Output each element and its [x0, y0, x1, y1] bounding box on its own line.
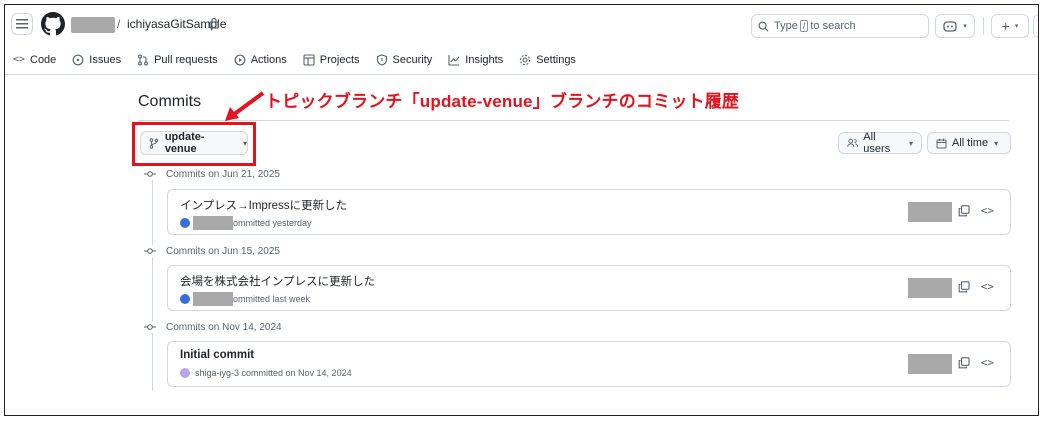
author-name-redacted[interactable] [193, 216, 233, 230]
global-header: / ichiyasaGitSample Type / to search ▾ +… [5, 5, 1038, 45]
pull-request-icon [138, 54, 149, 65]
author-name-redacted[interactable] [193, 292, 233, 306]
browse-code-icon[interactable]: <> [981, 280, 994, 293]
commit-date-label: Commits on Jun 21, 2025 [166, 168, 280, 180]
code-icon: <> [12, 54, 26, 65]
filter-label: All users [863, 131, 891, 155]
calendar-icon [936, 138, 947, 148]
commit-message-link[interactable]: 会場を株式会社インプレスに更新した [180, 273, 375, 289]
commit-sha-redacted[interactable] [908, 278, 952, 298]
commit-row[interactable]: 会場を株式会社インプレスに更新した ommitted last week <> [167, 265, 1011, 311]
repo-nav: <> Code Issues Pull requests Actions Pro… [5, 45, 1038, 75]
commit-meta-text: ommitted last week [233, 294, 311, 304]
plus-icon: + [1001, 18, 1010, 34]
header-divider [983, 17, 984, 35]
gear-icon [520, 54, 531, 65]
chevron-down-icon: ▾ [963, 23, 967, 30]
table-icon [303, 53, 315, 66]
commit-meta-text: shiga-iyg-3 committed on Nov 14, 2024 [195, 368, 352, 378]
annotation-label: トピックブランチ「update-venue」ブランチのコミット履歴 [265, 92, 740, 111]
commit-meta-text: ommitted yesterday [233, 218, 312, 228]
screenshot-frame: / ichiyasaGitSample Type / to search ▾ +… [4, 4, 1039, 416]
chevron-down-icon: ▾ [1014, 23, 1019, 30]
chevron-down-icon: ▾ [242, 138, 247, 148]
hamburger-icon [16, 19, 28, 29]
all-time-filter-button[interactable]: All time ▾ [927, 132, 1011, 154]
issue-icon [72, 54, 84, 65]
tab-label: Code [30, 53, 57, 66]
tab-pull-requests[interactable]: Pull requests [137, 54, 218, 66]
browse-code-icon[interactable]: <> [981, 204, 994, 217]
chevron-down-icon: ▾ [994, 138, 999, 148]
commit-node-icon [144, 321, 156, 333]
search-shortcut-key: / [799, 20, 809, 32]
commit-node-icon [144, 168, 156, 180]
tab-label: Settings [536, 53, 576, 66]
commit-date-header: Commits on Jun 21, 2025 [144, 168, 280, 180]
chevron-down-icon: ▾ [908, 138, 913, 148]
tab-label: Actions [250, 53, 287, 66]
all-users-filter-button[interactable]: All users ▾ [838, 131, 922, 155]
issues-button-partial[interactable] [1033, 14, 1038, 38]
browse-code-icon[interactable]: <> [981, 356, 994, 369]
people-icon [847, 138, 859, 147]
timeline-line [152, 177, 153, 391]
page-title: Commits [138, 93, 202, 110]
filter-label: All time [952, 137, 989, 149]
tab-security[interactable]: Security [376, 53, 433, 66]
github-logo-icon[interactable] [41, 12, 65, 36]
tab-label: Security [392, 53, 433, 66]
create-new-button[interactable]: + ▾ [991, 14, 1029, 38]
copilot-button[interactable]: ▾ [935, 14, 975, 38]
commit-message-link[interactable]: インプレス→Impressに更新した [180, 197, 347, 213]
commit-message-link[interactable]: Initial commit [180, 349, 254, 361]
git-branch-icon [149, 137, 159, 149]
commit-date-label: Commits on Jun 15, 2025 [166, 245, 280, 257]
annotation-arrow-icon [225, 91, 265, 121]
tab-insights[interactable]: Insights [448, 54, 503, 66]
search-input[interactable]: Type / to search [751, 14, 929, 38]
tab-code[interactable]: <> Code [13, 54, 56, 66]
graph-icon [448, 54, 460, 66]
copy-icon[interactable] [958, 205, 970, 217]
commit-meta: shiga-iyg-3 committed on Nov 14, 2024 [180, 368, 352, 378]
tab-projects[interactable]: Projects [303, 54, 360, 66]
commit-sha-redacted[interactable] [908, 202, 952, 222]
tab-label: Projects [319, 53, 360, 66]
path-separator: / [117, 17, 121, 31]
branch-name: update-venue [164, 131, 205, 155]
shield-icon [376, 53, 387, 66]
copilot-icon [943, 21, 957, 32]
avatar[interactable] [180, 218, 190, 228]
tab-label: Pull requests [154, 53, 218, 66]
commit-row[interactable]: Initial commit shiga-iyg-3 committed on … [167, 341, 1011, 387]
commit-date-header: Commits on Jun 15, 2025 [144, 245, 280, 257]
search-placeholder-suffix: to search [810, 20, 856, 32]
copy-icon[interactable] [958, 357, 970, 369]
tab-label: Insights [465, 53, 504, 66]
tab-actions[interactable]: Actions [234, 54, 287, 66]
avatar[interactable] [180, 368, 190, 378]
commit-meta: ommitted yesterday [180, 216, 312, 230]
play-icon [234, 54, 246, 65]
branch-selector-button[interactable]: update-venue ▾ [140, 131, 248, 155]
commit-node-icon [144, 245, 156, 257]
search-icon [758, 21, 769, 32]
tab-issues[interactable]: Issues [72, 54, 121, 66]
menu-button[interactable] [11, 13, 33, 35]
commit-row[interactable]: インプレス→Impressに更新した ommitted yesterday <> [167, 189, 1011, 235]
search-placeholder-prefix: Type [774, 20, 798, 32]
avatar[interactable] [180, 294, 190, 304]
lock-icon [209, 17, 219, 29]
copy-icon[interactable] [958, 281, 970, 293]
commit-date-header: Commits on Nov 14, 2024 [144, 321, 282, 333]
owner-name-redacted[interactable] [71, 17, 115, 33]
commit-date-label: Commits on Nov 14, 2024 [166, 321, 282, 333]
tab-label: Issues [89, 53, 122, 66]
commit-sha-redacted[interactable] [908, 354, 952, 374]
tab-settings[interactable]: Settings [519, 54, 576, 66]
commit-meta: ommitted last week [180, 292, 310, 306]
